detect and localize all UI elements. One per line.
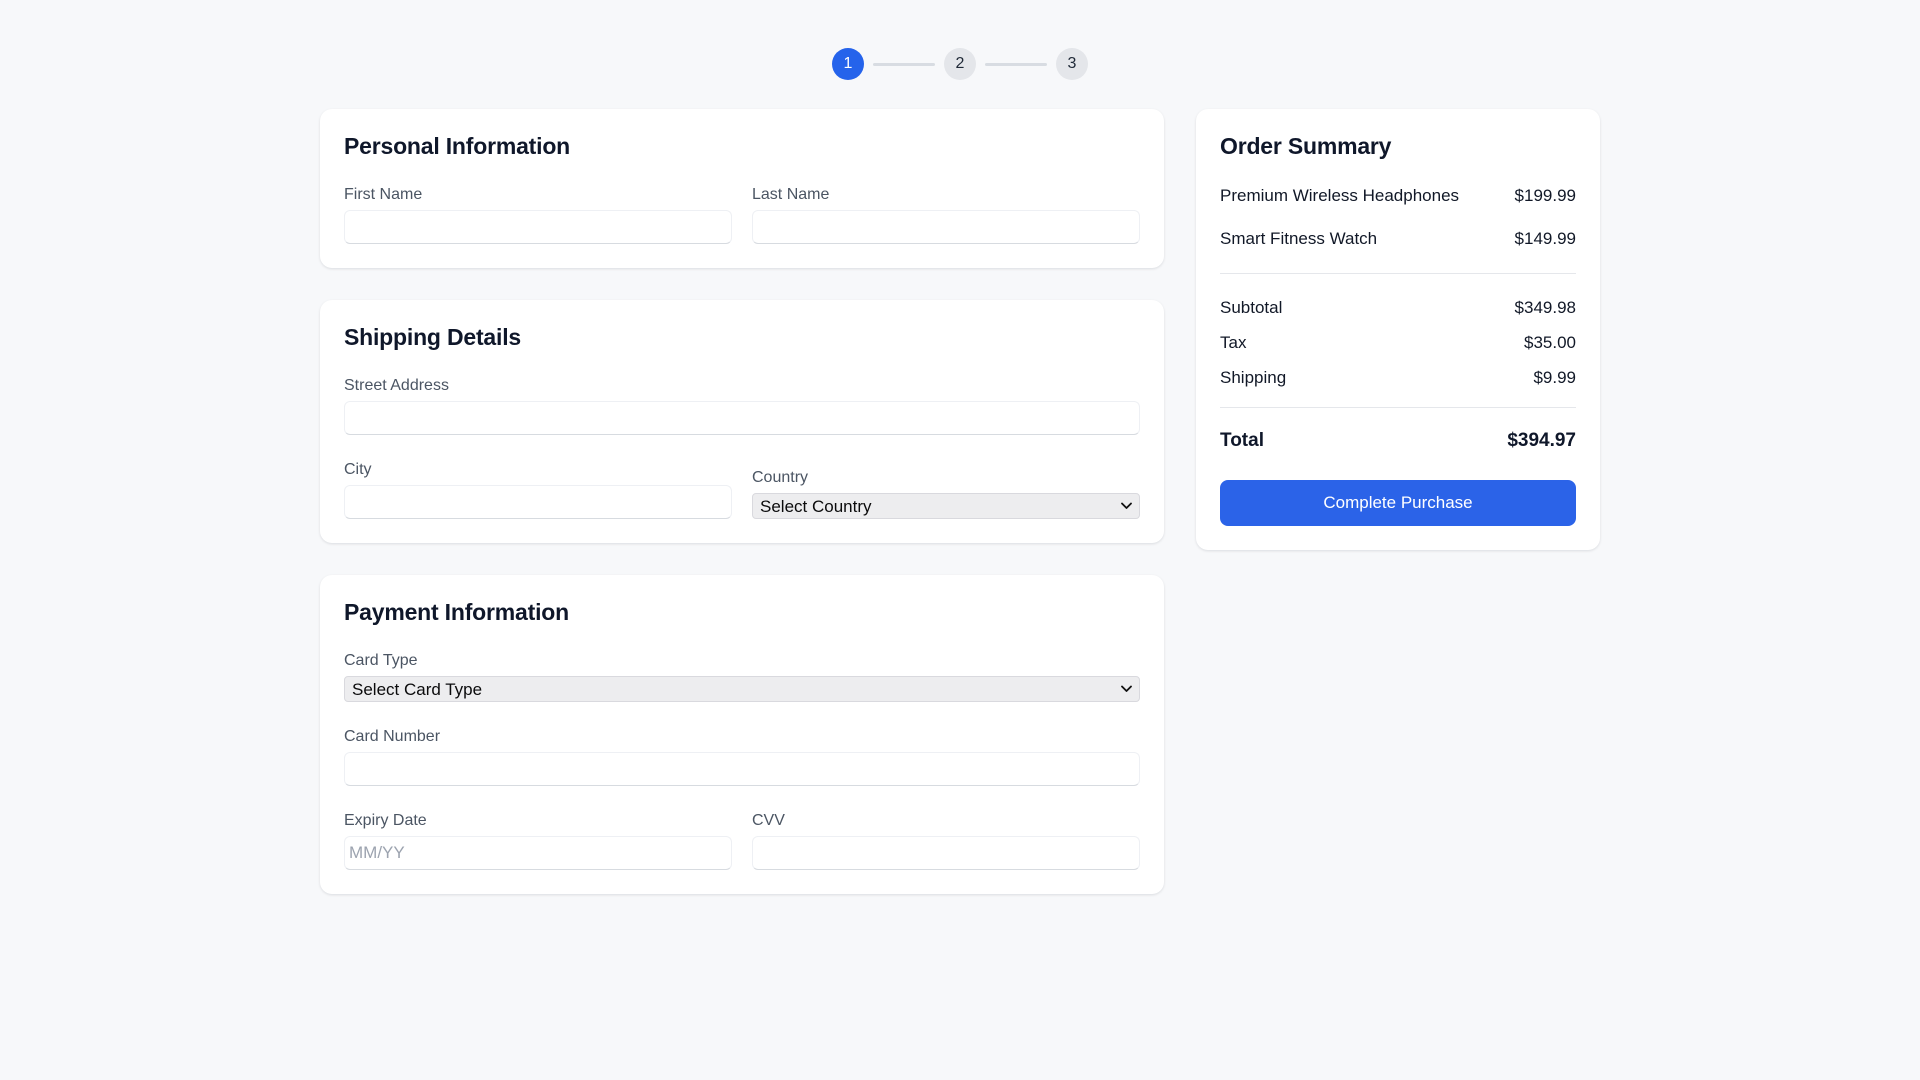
country-label: Country [752, 469, 809, 486]
cvv-label: CVV [752, 812, 785, 829]
subtotal-value: $349.98 [1514, 298, 1576, 317]
shipping-row: Shipping $9.99 [1220, 368, 1576, 388]
street-address-field-group: Street Address [344, 377, 1140, 435]
city-label: City [344, 461, 372, 478]
summary-item-row: Smart Fitness Watch $149.99 [1220, 229, 1576, 249]
last-name-label: Last Name [752, 186, 830, 203]
item-name: Smart Fitness Watch [1220, 229, 1378, 248]
stepper-connector-1 [873, 62, 935, 66]
tax-row: Tax $35.00 [1220, 333, 1576, 353]
shipping-value: $9.99 [1533, 368, 1576, 387]
checkout-page: 1 2 3 Personal Information First Name La… [320, 0, 1600, 926]
shipping-label: Shipping [1220, 368, 1287, 387]
personal-information-title: Personal Information [344, 133, 571, 159]
personal-information-card: Personal Information First Name Last Nam… [320, 109, 1164, 268]
total-label: Total [1220, 430, 1264, 451]
stepper-step-2[interactable]: 2 [944, 48, 976, 80]
payment-information-card: Payment Information Card Type Select Car… [320, 575, 1164, 894]
tax-label: Tax [1220, 333, 1247, 352]
total-row: Total $394.97 [1220, 407, 1576, 452]
card-type-select[interactable]: Select Card Type [344, 676, 1140, 702]
expiry-date-field-group: Expiry Date [344, 812, 732, 870]
card-number-input[interactable] [344, 752, 1140, 786]
summary-item-row: Premium Wireless Headphones $199.99 [1220, 186, 1576, 206]
order-summary-card: Order Summary Premium Wireless Headphone… [1196, 109, 1600, 550]
stepper-step-1[interactable]: 1 [832, 48, 864, 80]
cvv-field-group: CVV [752, 812, 1140, 870]
last-name-input[interactable] [752, 210, 1140, 244]
item-price: $149.99 [1514, 229, 1576, 248]
item-name: Premium Wireless Headphones [1220, 186, 1460, 205]
item-price: $199.99 [1514, 186, 1576, 205]
subtotal-row: Subtotal $349.98 [1220, 298, 1576, 318]
expiry-date-label: Expiry Date [344, 812, 427, 829]
last-name-field-group: Last Name [752, 186, 1140, 244]
card-type-field-group: Card Type Select Card Type [344, 652, 1140, 702]
complete-purchase-button[interactable]: Complete Purchase [1220, 480, 1576, 526]
stepper-step-3[interactable]: 3 [1056, 48, 1088, 80]
stepper-connector-2 [985, 62, 1047, 66]
first-name-field-group: First Name [344, 186, 732, 244]
city-input[interactable] [344, 485, 732, 519]
card-type-label: Card Type [344, 652, 418, 669]
country-field-group: Country Select Country [752, 469, 1140, 519]
total-value: $394.97 [1507, 430, 1576, 451]
street-address-label: Street Address [344, 377, 449, 394]
divider [1220, 273, 1576, 274]
checkout-stepper: 1 2 3 [320, 48, 1600, 80]
subtotal-label: Subtotal [1220, 298, 1283, 317]
expiry-date-input[interactable] [344, 836, 732, 870]
shipping-details-card: Shipping Details Street Address City Cou… [320, 300, 1164, 543]
form-column: Personal Information First Name Last Nam… [320, 109, 1164, 926]
card-number-field-group: Card Number [344, 728, 1140, 786]
order-summary-title: Order Summary [1220, 133, 1392, 159]
first-name-label: First Name [344, 186, 423, 203]
checkout-layout: Personal Information First Name Last Nam… [320, 109, 1600, 926]
country-select[interactable]: Select Country [752, 493, 1140, 519]
card-number-label: Card Number [344, 728, 441, 745]
street-address-input[interactable] [344, 401, 1140, 435]
tax-value: $35.00 [1524, 333, 1576, 352]
first-name-input[interactable] [344, 210, 732, 244]
city-field-group: City [344, 461, 732, 519]
cvv-input[interactable] [752, 836, 1140, 870]
payment-information-title: Payment Information [344, 599, 569, 625]
shipping-details-title: Shipping Details [344, 324, 521, 350]
